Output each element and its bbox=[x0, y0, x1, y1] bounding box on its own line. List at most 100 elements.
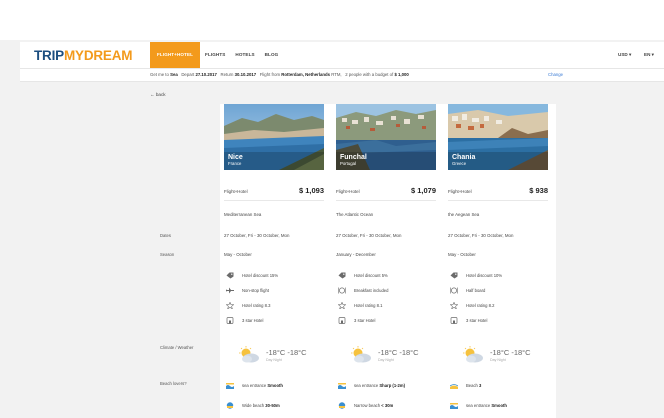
feature-text: 3 star Hotel bbox=[354, 318, 376, 323]
beach-label: sea entrance bbox=[466, 403, 491, 408]
nav-hotels[interactable]: HOTELS bbox=[230, 42, 259, 68]
destination-photo[interactable]: Funchal Portugal bbox=[336, 104, 436, 170]
partly-cloudy-icon bbox=[239, 346, 259, 363]
back-link[interactable]: ← back bbox=[150, 92, 166, 97]
feature-text: Half board bbox=[466, 288, 486, 293]
summary-return-label: Return bbox=[220, 72, 234, 77]
beach-value: Smooth bbox=[491, 403, 507, 408]
destination-photo[interactable]: Chania Greece bbox=[448, 104, 548, 170]
feature-stars: 3 star Hotel bbox=[336, 317, 436, 325]
destination-country: France bbox=[228, 161, 242, 166]
best-season: May - October bbox=[224, 252, 252, 257]
logo-dream: DREAM bbox=[83, 48, 133, 63]
beach-label: Wide beach bbox=[242, 403, 265, 408]
row-label-climate: Climate / Weather bbox=[160, 345, 194, 350]
destination-card: Chania Greece Flight+Hotel $ 938 the Aeg… bbox=[448, 104, 548, 409]
sea-name: the Aegean Sea bbox=[448, 212, 480, 217]
discount-tag-icon bbox=[450, 272, 458, 279]
language-select[interactable]: EN ▾ bbox=[644, 42, 654, 68]
partly-cloudy-icon bbox=[463, 346, 483, 363]
beach-value: < 30m bbox=[381, 403, 394, 408]
site-logo[interactable]: TRIPMYDREAM bbox=[34, 48, 133, 63]
destination-photo[interactable]: Nice France bbox=[224, 104, 324, 170]
logo-trip: TRIP bbox=[34, 48, 64, 63]
feature-rating: Hotel rating 8.3 bbox=[224, 302, 324, 310]
nav-flight-hotel[interactable]: FLIGHT+HOTEL bbox=[150, 42, 201, 68]
feature-text: Hotel discount 10% bbox=[466, 273, 503, 278]
hotel-building-icon bbox=[226, 317, 234, 324]
beach-width-icon bbox=[226, 402, 234, 409]
feature-text: Hotel rating 8.3 bbox=[242, 303, 271, 308]
hotel-building-icon bbox=[338, 317, 346, 324]
beach-feature: Narrow beach < 30m bbox=[336, 402, 436, 410]
feature-text: Hotel discount 15% bbox=[242, 273, 279, 278]
sea-entrance-icon bbox=[338, 383, 346, 389]
beach-feature: sea entrance Sharp (1-2m) bbox=[336, 382, 436, 390]
feature-rating: Hotel rating 8.2 bbox=[448, 302, 548, 310]
main-nav: FLIGHT+HOTEL FLIGHTS HOTELS BLOG bbox=[150, 42, 283, 68]
best-season: May - October bbox=[448, 252, 476, 257]
sea-name: The Atlantic Ocean bbox=[336, 212, 374, 217]
currency-select[interactable]: USD ▾ bbox=[618, 42, 631, 68]
beach-label: Narrow beach bbox=[354, 403, 381, 408]
price-value[interactable]: $ 1,079 bbox=[411, 186, 436, 195]
price-row: Flight+Hotel $ 1,079 bbox=[336, 184, 436, 201]
beach-text: sea entrance Smooth bbox=[466, 403, 507, 408]
photo-caption: Funchal Portugal bbox=[340, 154, 367, 166]
beach-value: 3 bbox=[479, 383, 482, 388]
beach-feature: Beach 3 bbox=[448, 382, 548, 390]
destination-city: Funchal bbox=[340, 154, 367, 161]
feature-meal: Breakfast included bbox=[336, 287, 436, 295]
weather-block: -18°C -18°C Day Night bbox=[348, 344, 438, 366]
price-row: Flight+Hotel $ 938 bbox=[448, 184, 548, 201]
search-summary: Get me to Sea Depart 27.10.2017 Return 3… bbox=[150, 69, 409, 81]
discount-tag-icon bbox=[226, 272, 234, 279]
price-label: Flight+Hotel bbox=[224, 189, 248, 194]
feature-stars: 3 star Hotel bbox=[448, 317, 548, 325]
nav-flights[interactable]: FLIGHTS bbox=[200, 42, 230, 68]
row-label-dates: Dates bbox=[160, 233, 171, 238]
price-row: Flight+Hotel $ 1,093 bbox=[224, 184, 324, 201]
feature-discount: Hotel discount 10% bbox=[448, 272, 548, 280]
temperature: -18°C -18°C bbox=[490, 348, 531, 357]
beach-text: sea entrance Sharp (1-2m) bbox=[354, 383, 405, 388]
temperature-labels: Day Night bbox=[490, 358, 506, 362]
logo-my: MY bbox=[63, 48, 84, 63]
summary-destination: Sea bbox=[170, 72, 178, 77]
photo-caption: Chania Greece bbox=[452, 154, 475, 166]
summary-origin: Rotterdam, Netherlands bbox=[281, 72, 330, 77]
star-outline-icon bbox=[226, 302, 234, 309]
destination-card: Funchal Portugal Flight+Hotel $ 1,079 Th… bbox=[336, 104, 436, 409]
beach-text: sea entrance Smooth bbox=[242, 383, 283, 388]
summary-people: 2 people with a budget of bbox=[345, 72, 394, 77]
beach-feature: Wide beach 30-50m bbox=[224, 402, 324, 410]
feature-text: Hotel discount 5% bbox=[354, 273, 388, 278]
summary-prefix: Get me to bbox=[150, 72, 169, 77]
temperature: -18°C -18°C bbox=[378, 348, 419, 357]
summary-flight-from-label: Flight from bbox=[259, 72, 281, 77]
change-search-link[interactable]: Change bbox=[548, 69, 563, 81]
beach-value: Smooth bbox=[267, 383, 283, 388]
price-label: Flight+Hotel bbox=[336, 189, 360, 194]
price-value[interactable]: $ 938 bbox=[529, 186, 548, 195]
search-summary-bar: Get me to Sea Depart 27.10.2017 Return 3… bbox=[20, 68, 664, 82]
travel-dates: 27 October, Fri - 30 October, Mon bbox=[224, 233, 290, 238]
temperature: -18°C -18°C bbox=[266, 348, 307, 357]
price-value[interactable]: $ 1,093 bbox=[299, 186, 324, 195]
summary-depart-label: Depart bbox=[181, 72, 195, 77]
beach-text: Narrow beach < 30m bbox=[354, 403, 393, 408]
destination-city: Nice bbox=[228, 154, 243, 161]
beach-icon bbox=[450, 384, 458, 389]
feature-text: 3 star Hotel bbox=[242, 318, 264, 323]
travel-dates: 27 October, Fri - 30 October, Mon bbox=[448, 233, 514, 238]
plane-icon bbox=[226, 287, 234, 294]
feature-text: Hotel rating 8.1 bbox=[354, 303, 383, 308]
travel-dates: 27 October, Fri - 30 October, Mon bbox=[336, 233, 402, 238]
nav-blog[interactable]: BLOG bbox=[260, 42, 284, 68]
best-season: January - December bbox=[336, 252, 376, 257]
site-header: TRIPMYDREAM FLIGHT+HOTEL FLIGHTS HOTELS … bbox=[20, 42, 664, 68]
hotel-building-icon bbox=[450, 317, 458, 324]
destination-city: Chania bbox=[452, 154, 476, 161]
beach-value: 30-50m bbox=[265, 403, 280, 408]
summary-airport: RTM, bbox=[331, 72, 342, 77]
